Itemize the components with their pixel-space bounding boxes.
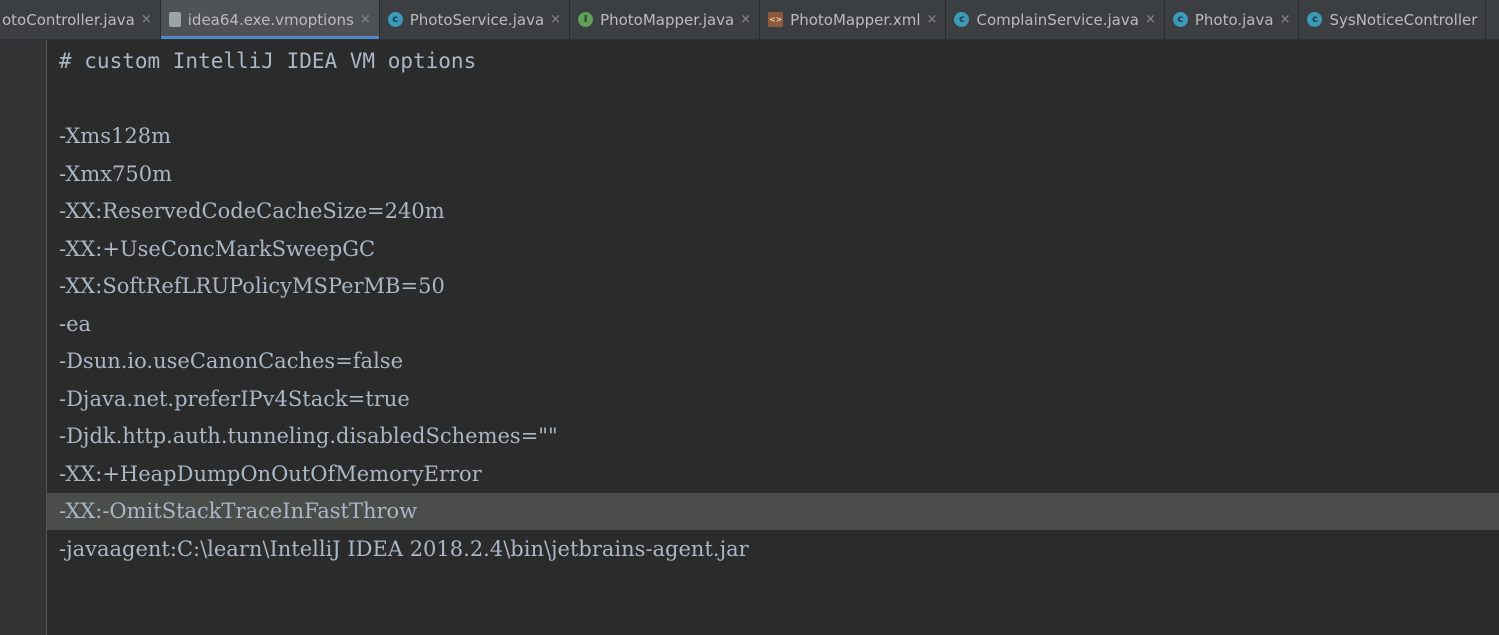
tab-label: otoController.java xyxy=(2,10,135,29)
code-line[interactable]: -Xms128m xyxy=(47,118,1499,155)
tab-idea64-exe-vmoptions[interactable]: idea64.exe.vmoptions × xyxy=(160,0,380,39)
class-icon: c xyxy=(1307,12,1323,27)
close-icon[interactable]: × xyxy=(1145,12,1156,27)
code-line[interactable]: -Djava.net.preferIPv4Stack=true xyxy=(47,381,1499,418)
tab-otocontroller-java[interactable]: otoController.java × xyxy=(0,0,161,39)
tab-complainservice-java[interactable]: c ComplainService.java × xyxy=(946,0,1165,39)
tab-photo-java[interactable]: c Photo.java × xyxy=(1165,0,1300,39)
xml-icon: <> xyxy=(768,12,784,27)
code-line[interactable]: # custom IntelliJ IDEA VM options xyxy=(47,43,1499,80)
tab-label: ComplainService.java xyxy=(976,10,1139,29)
tab-photoservice-java[interactable]: c PhotoService.java × xyxy=(380,0,571,39)
tab-sysnoticecontroller[interactable]: c SysNoticeController xyxy=(1299,0,1487,39)
class-icon: c xyxy=(1172,12,1188,27)
close-icon[interactable]: × xyxy=(1280,12,1291,27)
tab-label: PhotoService.java xyxy=(409,10,545,29)
class-icon: c xyxy=(954,12,970,27)
editor-tab-bar: otoController.java × idea64.exe.vmoptions ×… xyxy=(0,0,1499,40)
editor-gutter[interactable] xyxy=(0,40,47,635)
close-icon[interactable]: × xyxy=(927,12,938,27)
close-icon[interactable]: × xyxy=(141,12,152,27)
code-line[interactable]: -javaagent:C:\learn\IntelliJ IDEA 2018.2… xyxy=(47,531,1499,568)
interface-icon: I xyxy=(578,12,594,27)
current-code-line[interactable]: -XX:-OmitStackTraceInFastThrow xyxy=(47,493,1499,530)
tab-label: Photo.java xyxy=(1194,10,1274,29)
code-line[interactable]: -XX:SoftRefLRUPolicyMSPerMB=50 xyxy=(47,268,1499,305)
code-line[interactable]: -Xmx750m xyxy=(47,156,1499,193)
class-icon: c xyxy=(387,12,403,27)
file-icon xyxy=(168,12,181,27)
tab-label: PhotoMapper.xml xyxy=(790,10,921,29)
code-editor[interactable]: # custom IntelliJ IDEA VM options -Xms128… xyxy=(47,40,1499,635)
close-icon[interactable]: × xyxy=(550,12,561,27)
code-line[interactable]: -Djdk.http.auth.tunneling.disabledScheme… xyxy=(47,418,1499,455)
close-icon[interactable]: × xyxy=(360,12,371,27)
code-line[interactable]: -XX:+UseConcMarkSweepGC xyxy=(47,231,1499,268)
close-icon[interactable]: × xyxy=(740,12,751,27)
code-line[interactable]: -ea xyxy=(47,306,1499,343)
tab-photomapper-java[interactable]: I PhotoMapper.java × xyxy=(570,0,761,39)
code-line[interactable]: -XX:ReservedCodeCacheSize=240m xyxy=(47,193,1499,230)
tab-label: PhotoMapper.java xyxy=(600,10,735,29)
tab-label: idea64.exe.vmoptions xyxy=(187,10,354,29)
ide-window: otoController.java × idea64.exe.vmoptions ×… xyxy=(0,0,1499,635)
code-line[interactable] xyxy=(47,81,1499,118)
tab-photomapper-xml[interactable]: <> PhotoMapper.xml × xyxy=(760,0,947,39)
code-line[interactable]: -XX:+HeapDumpOnOutOfMemoryError xyxy=(47,456,1499,493)
code-line[interactable]: -Dsun.io.useCanonCaches=false xyxy=(47,343,1499,380)
tab-label: SysNoticeController xyxy=(1329,10,1478,29)
